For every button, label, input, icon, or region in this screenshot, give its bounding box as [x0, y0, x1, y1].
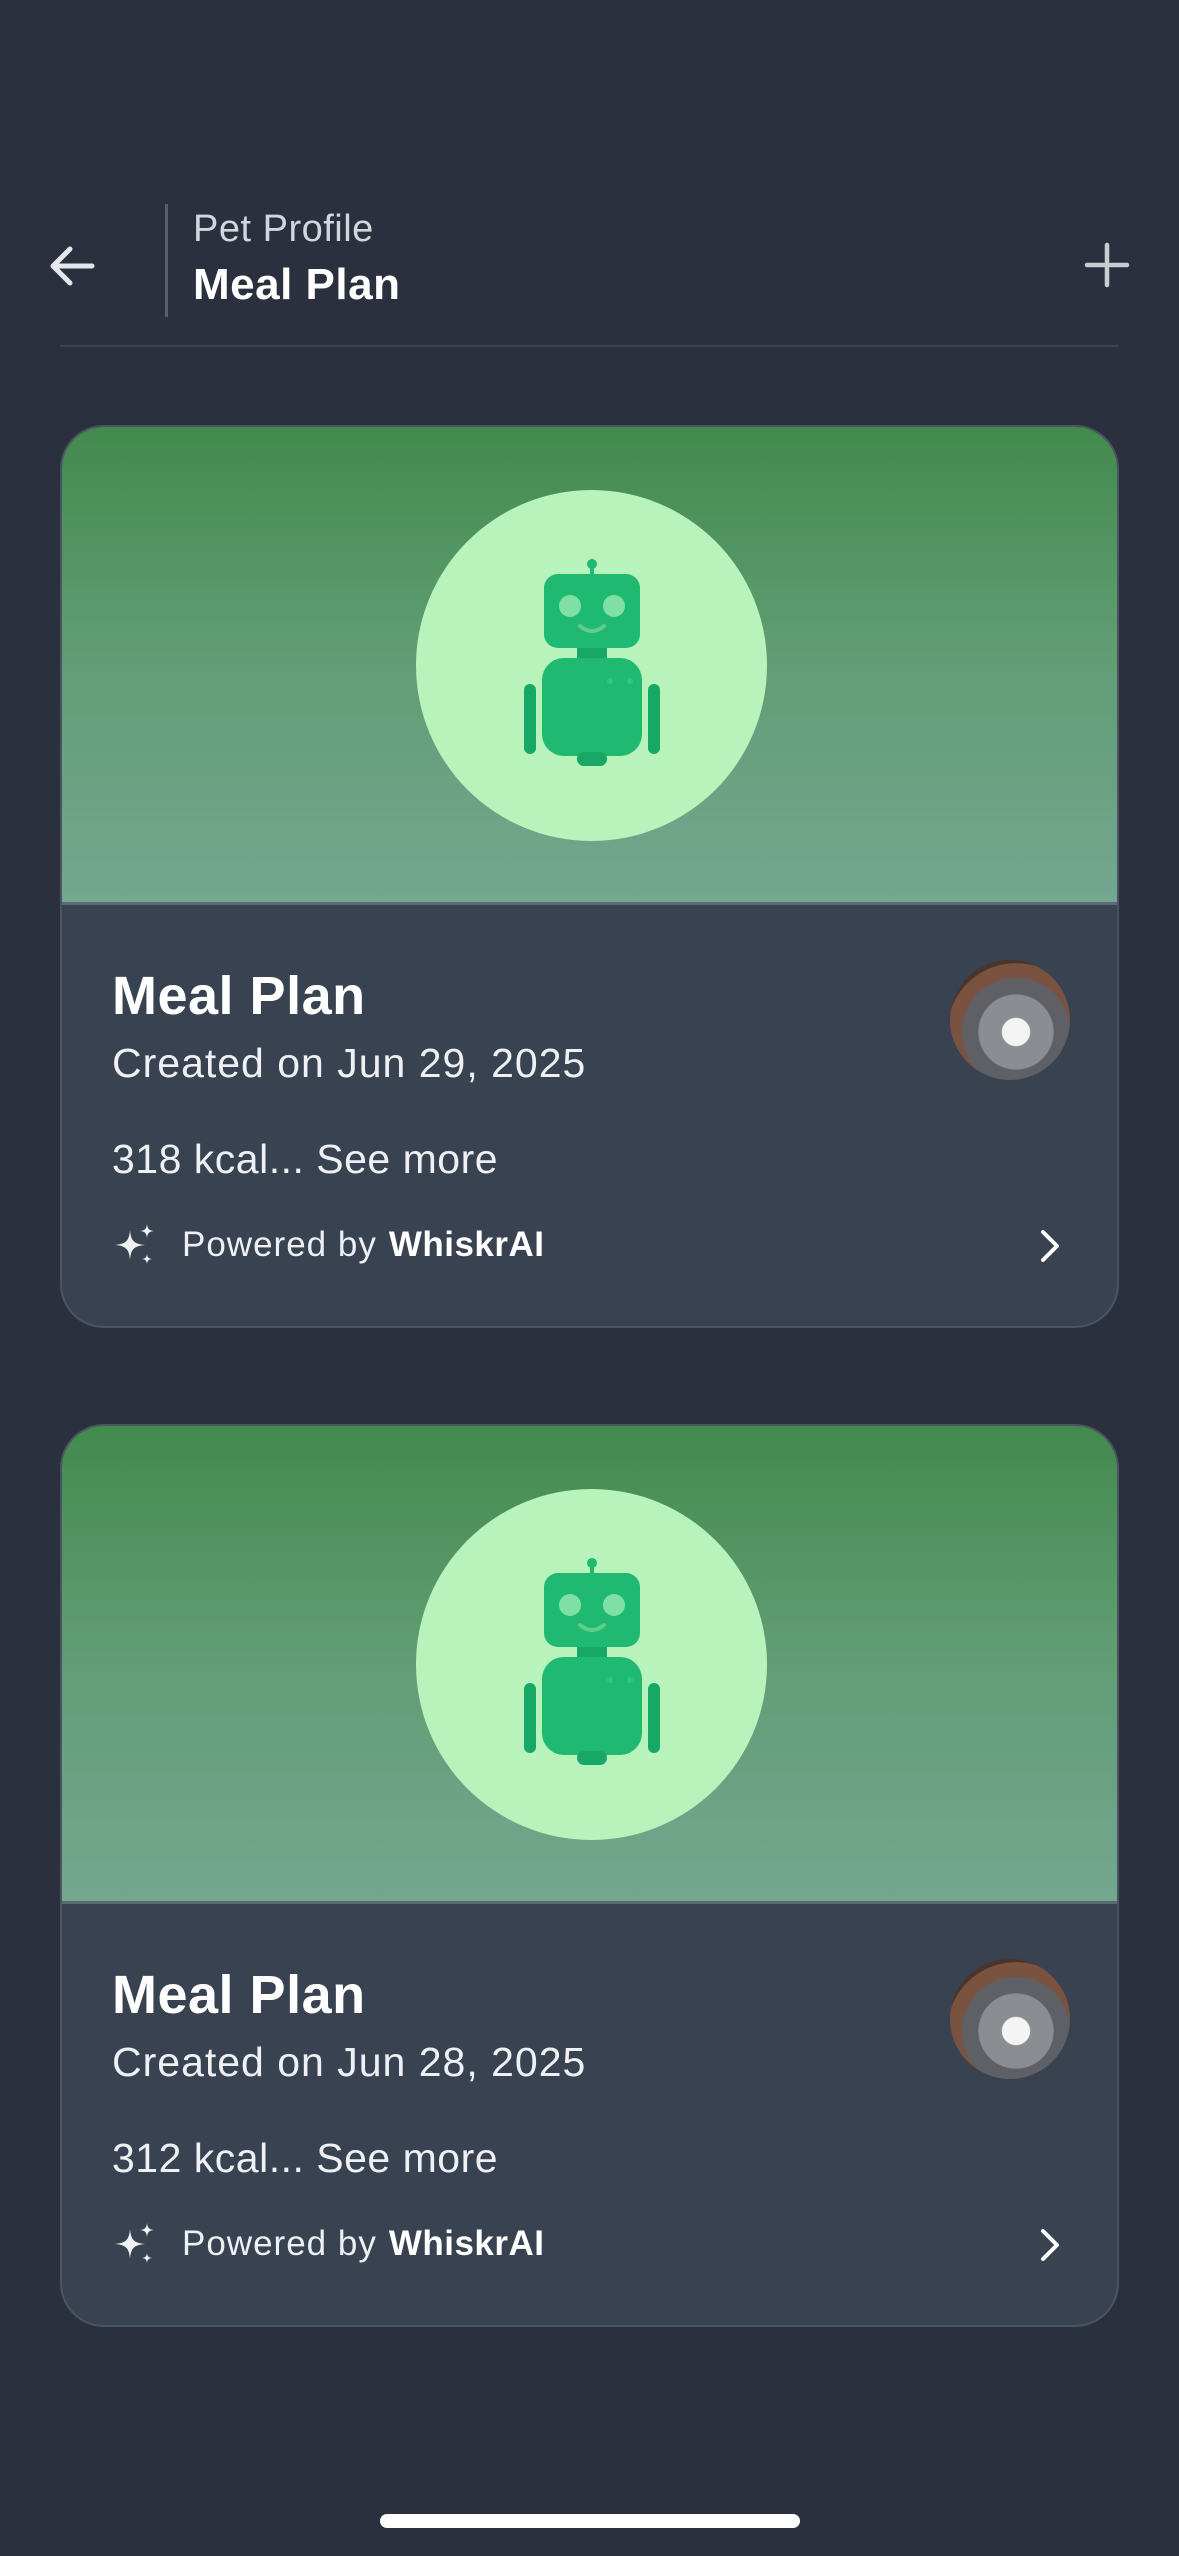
- meal-plan-card[interactable]: Meal Plan Created on Jun 28, 2025 312 kc…: [60, 1424, 1119, 2327]
- card-body: Meal Plan Created on Jun 29, 2025 318 kc…: [62, 905, 1117, 1326]
- home-indicator[interactable]: [380, 2514, 800, 2528]
- header-divider: [165, 204, 168, 317]
- robot-icon: [523, 558, 660, 766]
- chevron-right-icon[interactable]: [1027, 1223, 1073, 1269]
- sparkle-icon: [115, 2223, 154, 2263]
- card-title: Meal Plan: [112, 966, 366, 1026]
- powered-by-label: Powered by: [182, 1225, 377, 1264]
- card-summary[interactable]: 318 kcal... See more: [112, 1136, 498, 1183]
- card-hero: [62, 1426, 1117, 1904]
- card-body: Meal Plan Created on Jun 28, 2025 312 kc…: [62, 1904, 1117, 2325]
- cat-avatar: [950, 1959, 1070, 2079]
- hero-circle: [416, 490, 767, 841]
- chevron-right-icon[interactable]: [1027, 2222, 1073, 2268]
- card-date: Created on Jun 28, 2025: [112, 2039, 587, 2085]
- add-meal-plan-button[interactable]: [1070, 228, 1144, 302]
- brand-name: WhiskrAI: [388, 2224, 545, 2263]
- arrow-left-icon: [50, 246, 95, 286]
- hero-circle: [416, 1489, 767, 1840]
- powered-by-label: Powered by: [182, 2224, 377, 2263]
- header-separator: [60, 345, 1119, 347]
- powered-by: Powered by WhiskrAI: [112, 1218, 545, 1272]
- page-title: Meal Plan: [193, 260, 401, 309]
- card-summary[interactable]: 312 kcal... See more: [112, 2135, 498, 2182]
- back-button[interactable]: [36, 230, 108, 302]
- top-bar: Pet Profile Meal Plan: [0, 190, 1179, 350]
- sparkle-icon: [115, 1224, 154, 1264]
- cat-avatar: [950, 960, 1070, 1080]
- meal-plan-screen: Pet Profile Meal Plan Meal Plan Created …: [0, 0, 1179, 2556]
- card-title: Meal Plan: [112, 1965, 366, 2025]
- robot-icon: [523, 1557, 660, 1765]
- brand-name: WhiskrAI: [388, 1225, 545, 1264]
- meal-plan-card[interactable]: Meal Plan Created on Jun 29, 2025 318 kc…: [60, 425, 1119, 1328]
- card-date: Created on Jun 29, 2025: [112, 1040, 587, 1086]
- powered-by: Powered by WhiskrAI: [112, 2217, 545, 2271]
- plus-icon: [1084, 242, 1130, 288]
- card-hero: [62, 427, 1117, 905]
- header-subtitle: Pet Profile: [193, 208, 374, 250]
